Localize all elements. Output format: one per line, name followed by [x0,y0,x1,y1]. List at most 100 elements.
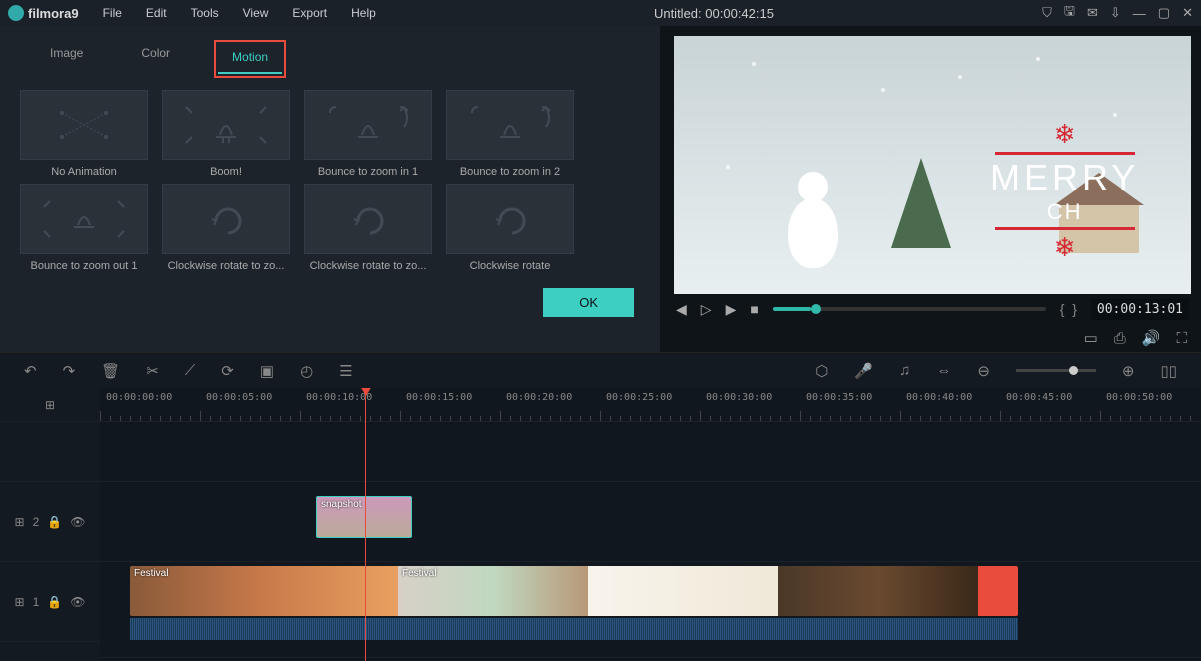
time-ruler[interactable]: 00:00:00:0000:00:05:0000:00:10:0000:00:1… [100,388,1201,422]
progress-knob[interactable] [811,304,821,314]
menu-export[interactable]: Export [282,2,337,24]
menu-edit[interactable]: Edit [136,2,177,24]
redo-icon[interactable]: ↷ [63,362,76,380]
preview-video[interactable]: ❄ MERRY CH ❄ [674,36,1191,294]
tab-image[interactable]: Image [36,40,97,78]
clip-snapshot[interactable]: snapshot [316,496,412,538]
ruler-mark: 00:00:45:00 [1006,392,1072,403]
ruler-mark: 00:00:30:00 [706,392,772,403]
settings-icon[interactable]: ☰ [339,362,352,380]
app-name: filmora9 [28,6,79,21]
quality-icon[interactable]: ▭ [1084,329,1098,347]
motion-label: Clockwise rotate to zo... [304,260,432,272]
preview-tools: ▭ ⎙ 🔊 ⛶ [674,324,1191,352]
mail-icon[interactable]: ✉ [1087,5,1098,21]
download-icon[interactable]: ⇩ [1110,5,1121,21]
motion-clockwise-rotate-zoom-2[interactable]: Clockwise rotate to zo... [300,184,436,272]
track-area[interactable]: 00:00:00:0000:00:05:0000:00:10:0000:00:1… [100,388,1201,661]
undo-icon[interactable]: ↶ [24,362,37,380]
marker-icon[interactable]: ⬡ [815,362,828,380]
close-icon[interactable]: ✕ [1182,5,1193,21]
split-icon[interactable]: ✂ [146,362,159,380]
scene-tree [891,158,951,248]
tab-motion[interactable]: Motion [218,44,282,74]
motion-label: Clockwise rotate [446,260,574,272]
motion-thumb [304,184,432,254]
menu-tools[interactable]: Tools [181,2,229,24]
zoom-fit-icon[interactable]: ▯▯ [1160,362,1177,380]
ruler-mark: 00:00:00:00 [106,392,172,403]
clip-festival[interactable]: Festival Festival [130,566,1018,616]
zoom-in-icon[interactable]: ⊕ [1122,362,1135,380]
track-empty[interactable] [100,422,1201,482]
green-screen-icon[interactable]: ◴ [300,362,313,380]
mixer-icon[interactable]: ♫ [899,362,910,379]
panel-buttons: OK [16,284,644,317]
color-icon[interactable]: ▣ [260,362,274,380]
ok-button[interactable]: OK [543,288,634,317]
track-header-2[interactable]: ⊞ 2 🔒 👁 [0,482,100,562]
zoom-knob[interactable] [1069,366,1078,375]
snowflake-icon: ❄ [990,232,1139,263]
audio-waveform[interactable] [130,618,1018,640]
menu-file[interactable]: File [93,2,132,24]
motion-boom[interactable]: Boom! [158,90,294,178]
track-1[interactable]: Festival Festival [100,562,1201,658]
visibility-icon[interactable]: 👁 [70,595,85,609]
menu-view[interactable]: View [233,2,279,24]
render-icon[interactable]: ⇔ [936,362,951,379]
minimize-icon[interactable]: — [1133,6,1146,21]
track-header-1[interactable]: ⊞ 1 🔒 👁 [0,562,100,642]
record-icon[interactable]: 🎤 [854,362,873,380]
play-icon[interactable]: ▷ [701,301,712,318]
motion-bounce-zoom-out-1[interactable]: Bounce to zoom out 1 [16,184,152,272]
ruler-mark: 00:00:25:00 [606,392,672,403]
progress-fill [773,307,811,311]
motion-thumb [446,90,574,160]
motion-bounce-zoom-in-1[interactable]: Bounce to zoom in 1 [300,90,436,178]
track-header-empty [0,422,100,482]
motion-thumb [304,90,432,160]
zoom-out-icon[interactable]: ⊖ [977,362,990,380]
track-2[interactable]: snapshot [100,482,1201,562]
tab-color[interactable]: Color [127,40,184,78]
add-track-button[interactable]: ⊞ [0,388,100,422]
zoom-slider[interactable] [1016,369,1096,372]
fullscreen-icon[interactable]: ⛶ [1176,330,1187,347]
menu-help[interactable]: Help [341,2,386,24]
clip-label: snapshot [321,499,362,510]
motion-bounce-zoom-in-2[interactable]: Bounce to zoom in 2 [442,90,578,178]
ruler-mark: 00:00:20:00 [506,392,572,403]
main-area: Image Color Motion No Animation Boom! [0,26,1201,352]
logo-icon [8,5,24,21]
stop-icon[interactable]: ■ [750,301,758,317]
mark-in-out-icon[interactable]: { } [1060,301,1077,317]
volume-icon[interactable]: 🔊 [1142,329,1161,347]
delete-icon[interactable]: 🗑 [101,362,120,380]
track-number: 1 [33,595,40,609]
motion-label: Bounce to zoom in 2 [446,166,574,178]
progress-bar[interactable] [773,307,1046,311]
motion-clockwise-rotate-zoom-1[interactable]: Clockwise rotate to zo... [158,184,294,272]
playhead[interactable] [365,388,366,661]
next-frame-icon[interactable]: ▶ [726,301,737,318]
motion-clockwise-rotate[interactable]: Clockwise rotate [442,184,578,272]
lock-icon[interactable]: 🔒 [47,515,62,529]
account-icon[interactable]: ⛉ [1042,5,1052,21]
lock-icon[interactable]: 🔒 [47,595,62,609]
track-number: 2 [33,515,40,529]
motion-label: Bounce to zoom in 1 [304,166,432,178]
maximize-icon[interactable]: ▢ [1158,5,1170,21]
save-icon[interactable]: 🖫 [1064,2,1075,24]
motion-thumb [446,184,574,254]
visibility-icon[interactable]: 👁 [70,515,85,529]
motion-no-animation[interactable]: No Animation [16,90,152,178]
prev-frame-icon[interactable]: ◀ [676,301,687,318]
preview-frame: ❄ MERRY CH ❄ [674,36,1191,294]
speed-icon[interactable]: ⟳ [221,362,234,380]
preview-panel: ❄ MERRY CH ❄ ◀ ▷ ▶ ■ { } 00:00:13:01 [660,26,1201,352]
snapshot-icon[interactable]: ⎙ [1114,330,1126,347]
scene-snowman [788,198,838,268]
crop-icon[interactable]: ⟋ [185,362,196,379]
motion-thumb [20,184,148,254]
